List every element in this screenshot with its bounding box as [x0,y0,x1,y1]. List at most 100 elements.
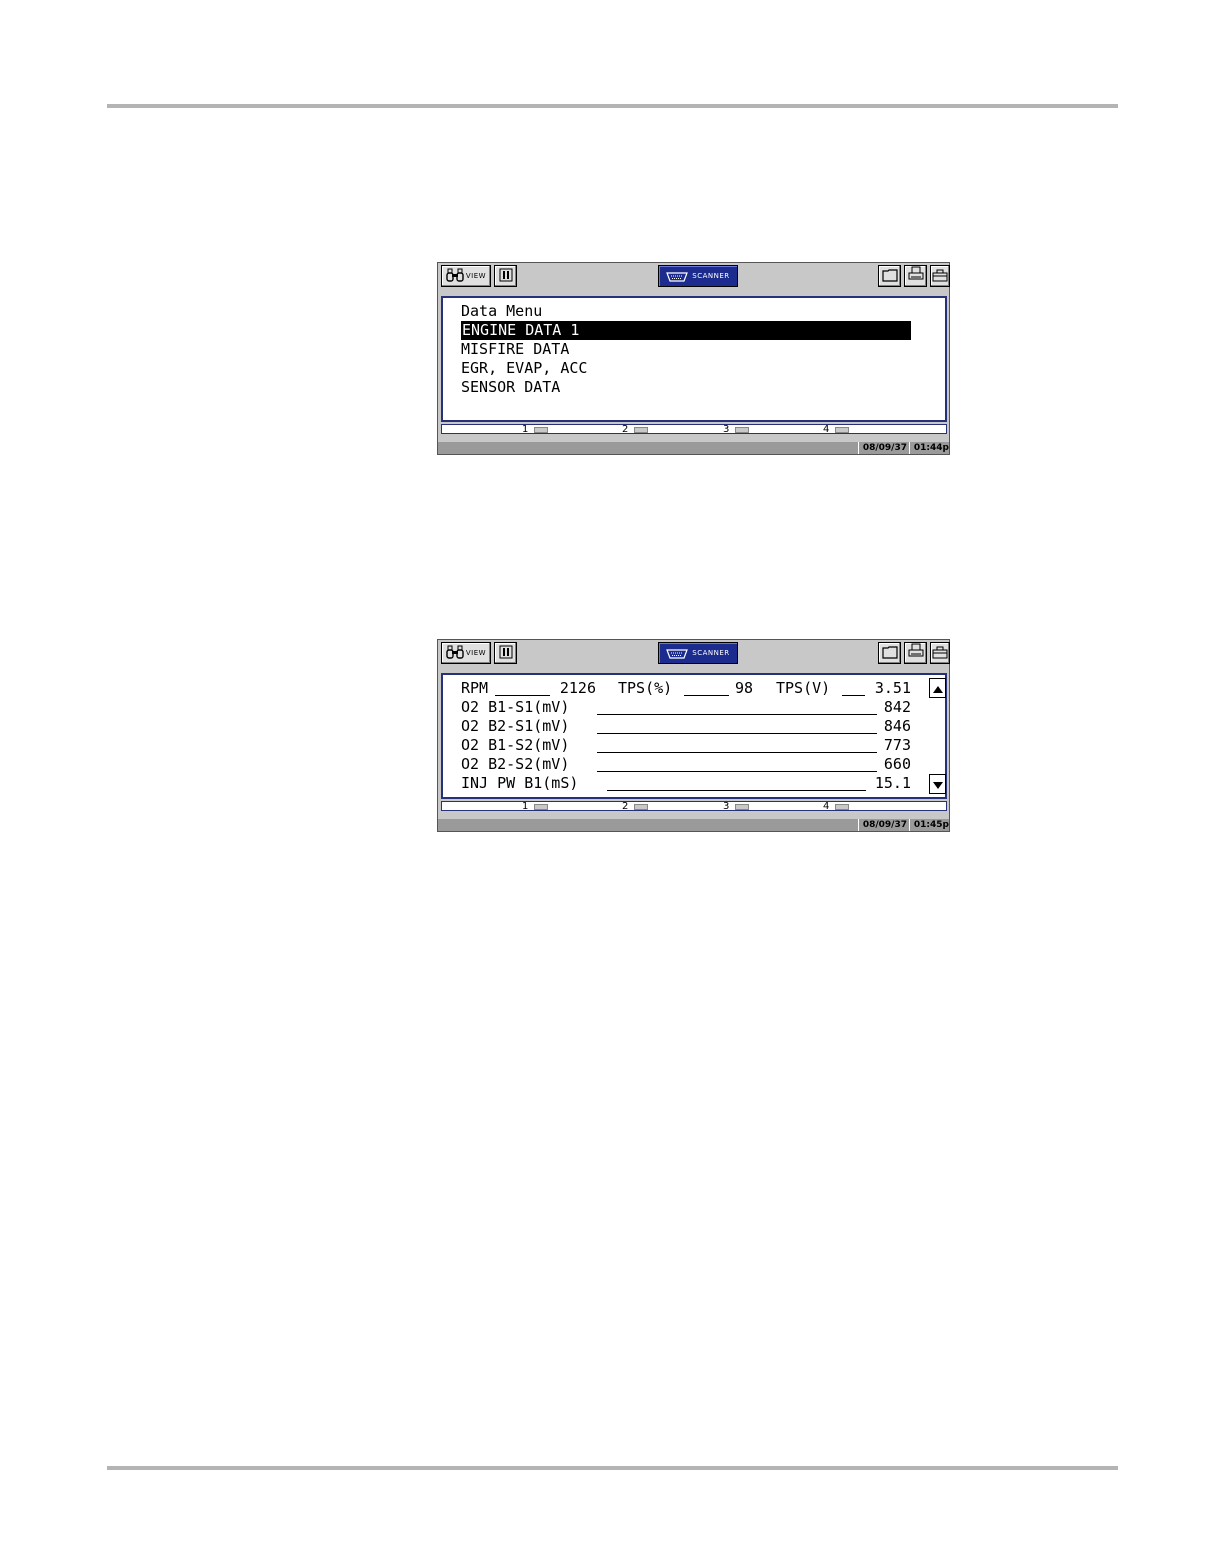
data-row-rpm-tps: RPM 2126 TPS(%) 98 TPS(V) 3.51 [461,679,911,698]
scanner-label: SCANNER [692,272,730,280]
pid-label: TPS(V) [776,679,831,697]
pid-value: 3.51 [874,679,911,697]
pid-label: RPM [461,679,489,697]
leader-line [597,714,877,715]
scroll-down-button[interactable] [929,774,946,794]
leader-line [607,790,866,791]
pause-button[interactable] [494,265,517,287]
footer-rule [107,1466,1118,1470]
pause-icon [499,267,513,286]
pid-label: O2 B1-S2(mV) [461,736,570,754]
menu-item-engine-data-1[interactable]: ENGINE DATA 1 [461,321,911,340]
pid-value: 15.1 [874,774,911,792]
softkey-4[interactable]: 4 [823,801,850,812]
view-button[interactable]: VIEW [441,642,491,664]
pid-label: INJ PW B1(mS) [461,774,579,792]
print-button[interactable] [904,642,927,664]
header-rule [107,104,1118,108]
arrow-up-icon [932,679,943,697]
arrow-down-icon [932,775,943,793]
scanner-screen-engine-data: VIEW SCANNER RPM 2126 TPS(%) 98 TPS(V) 3… [437,639,950,832]
scroll-up-button[interactable] [929,678,946,698]
menu-title: Data Menu [461,302,543,320]
scanner-mode-button[interactable]: SCANNER [658,642,738,664]
softkey-1[interactable]: 1 [522,425,549,435]
engine-data-panel: RPM 2126 TPS(%) 98 TPS(V) 3.51 O2 B1-S1(… [441,673,947,799]
printer-icon [908,643,924,663]
leader-line [684,695,729,696]
menu-item-egr-evap-acc[interactable]: EGR, EVAP, ACC [461,359,587,378]
folder-icon [881,644,898,663]
pid-label: O2 B1-S1(mV) [461,698,570,716]
scanner-label: SCANNER [692,649,730,657]
softkey-2-label: 2 [622,424,629,435]
data-row: O2 B2-S1(mV) 846 [461,717,911,736]
data-row: O2 B2-S2(mV) 660 [461,755,911,774]
pid-value: 660 [883,755,911,773]
softkey-1-label: 1 [522,801,529,812]
leader-line [597,752,877,753]
data-menu-panel: Data Menu ENGINE DATA 1 MISFIRE DATA EGR… [441,296,947,422]
leader-line [495,695,550,696]
pid-tps-percent: TPS(%) 98 [618,679,753,698]
binoculars-icon [446,644,464,663]
status-date: 08/09/37 [857,819,907,831]
data-row: O2 B1-S1(mV) 842 [461,698,911,717]
leader-line [597,733,877,734]
pid-value: 2126 [559,679,596,697]
pause-icon [499,644,513,663]
softkey-2-indicator [634,803,649,810]
softkey-4-indicator [835,426,850,433]
softkey-4-label: 4 [823,801,830,812]
softkey-4[interactable]: 4 [823,425,850,435]
folder-icon [881,267,898,286]
print-button[interactable] [904,265,927,287]
pid-value: 98 [734,679,753,697]
toolbox-icon [932,267,948,286]
pause-button[interactable] [494,642,517,664]
toolbox-button[interactable] [930,265,950,287]
softkey-3-indicator [735,426,750,433]
pid-label: O2 B2-S2(mV) [461,755,570,773]
view-label: VIEW [465,272,487,280]
view-button[interactable]: VIEW [441,265,491,287]
connector-icon [666,644,689,663]
leader-line [842,695,865,696]
data-row: O2 B1-S2(mV) 773 [461,736,911,755]
status-date: 08/09/37 [857,442,907,454]
view-label: VIEW [465,649,487,657]
pid-label: O2 B2-S1(mV) [461,717,570,735]
softkey-bar: 1 2 3 4 [441,424,947,435]
toolbar: VIEW SCANNER [438,640,950,670]
scanner-mode-button[interactable]: SCANNER [658,265,738,287]
softkey-1-indicator [534,426,549,433]
connector-icon [666,267,689,286]
leader-line [597,771,877,772]
softkey-2-label: 2 [622,801,629,812]
save-button[interactable] [878,642,901,664]
softkey-2-indicator [634,426,649,433]
softkey-2[interactable]: 2 [622,801,649,812]
status-bar: 08/09/37 01:45p [438,819,949,831]
binoculars-icon [446,267,464,286]
softkey-3-indicator [735,803,750,810]
menu-item-misfire-data[interactable]: MISFIRE DATA [461,340,569,359]
softkey-4-indicator [835,803,850,810]
status-bar: 08/09/37 01:44p [438,442,949,454]
save-button[interactable] [878,265,901,287]
softkey-2[interactable]: 2 [622,424,649,435]
pid-value: 846 [883,717,911,735]
softkey-3[interactable]: 3 [723,424,750,435]
softkey-3[interactable]: 3 [723,802,750,812]
menu-item-sensor-data[interactable]: SENSOR DATA [461,378,560,397]
softkey-3-label: 3 [723,424,730,435]
pid-rpm: RPM 2126 [461,679,596,698]
pid-value: 842 [883,698,911,716]
softkey-1-indicator [534,803,549,810]
pid-tps-volts: TPS(V) 3.51 [776,679,911,698]
printer-icon [908,266,924,286]
toolbox-button[interactable] [930,642,950,664]
status-time: 01:44p [908,442,949,454]
data-row: INJ PW B1(mS) 15.1 [461,774,911,793]
softkey-1[interactable]: 1 [522,801,549,812]
